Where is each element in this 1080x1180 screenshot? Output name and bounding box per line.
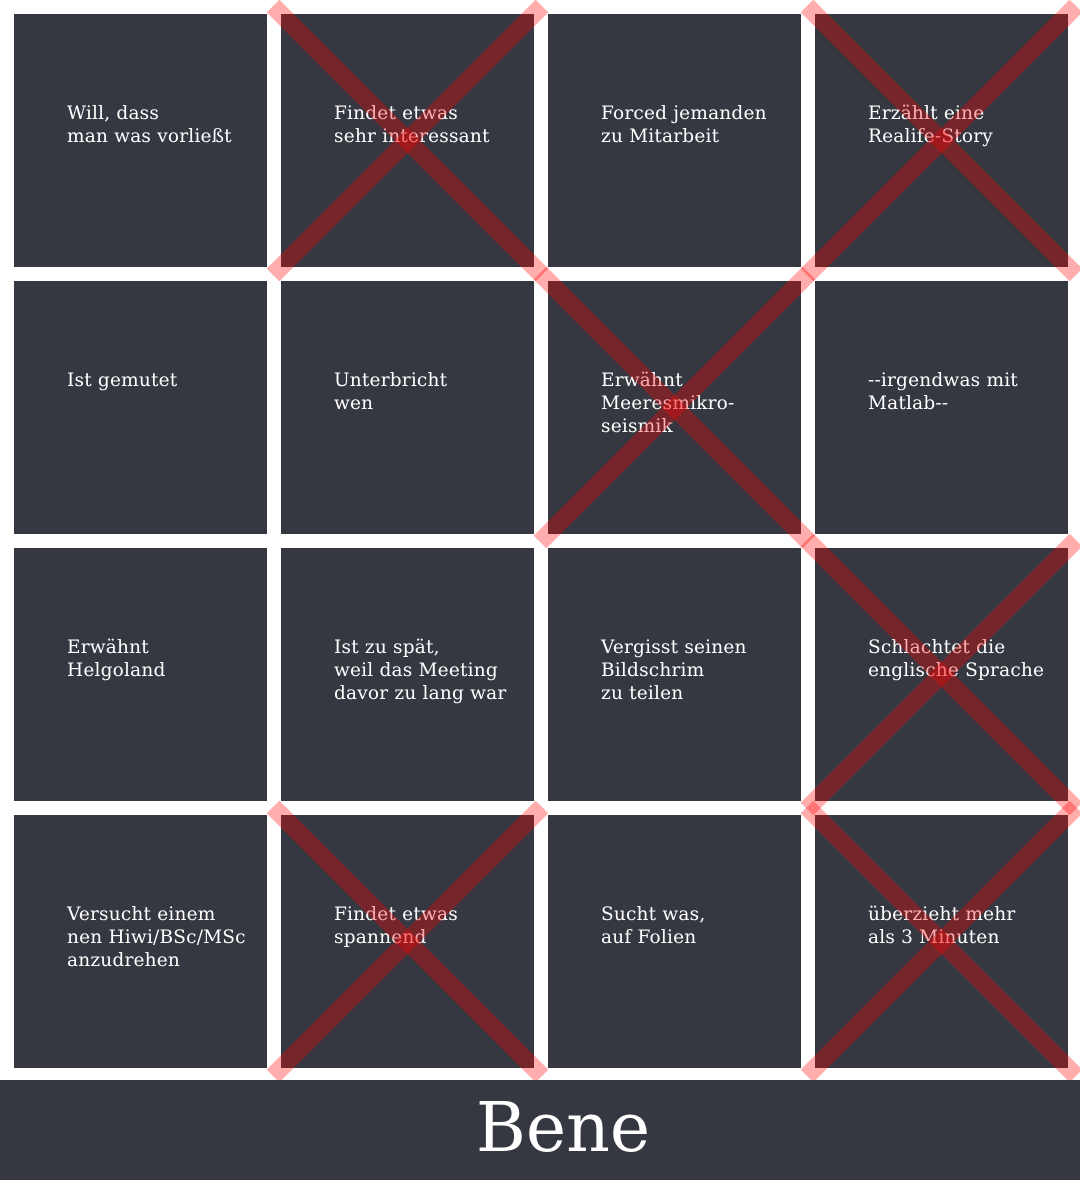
bingo-cell-label: Ist zu spät, weil das Meeting davor zu l… — [334, 637, 507, 704]
bingo-cell-label: Unterbricht wen — [334, 370, 448, 414]
bingo-cell-label: Versucht einem nen Hiwi/BSc/MSc anzudreh… — [67, 904, 246, 971]
bingo-cell[interactable]: Ist gemutet — [14, 281, 267, 534]
bingo-cell-label: --irgendwas mit Matlab-- — [868, 370, 1018, 414]
bingo-board: Will, dass man was vorließt Findet etwas … — [0, 0, 1080, 1080]
bingo-cell-label: Erwähnt Meeresmikro- seismik — [601, 370, 735, 437]
bingo-cell-label: Will, dass man was vorließt — [67, 103, 232, 147]
bingo-cell[interactable]: Findet etwas sehr interessant — [281, 14, 534, 267]
player-name: Bene — [475, 1089, 651, 1168]
bingo-cell-label: überzieht mehr als 3 Minuten — [868, 904, 1016, 948]
bingo-cell[interactable]: Schlachtet die englische Sprache — [815, 548, 1068, 801]
bingo-cell[interactable]: Erwähnt Helgoland — [14, 548, 267, 801]
bingo-cell-label: Sucht was, auf Folien — [601, 904, 706, 948]
bingo-cell[interactable]: Unterbricht wen — [281, 281, 534, 534]
bingo-cell-label: Findet etwas sehr interessant — [334, 103, 490, 147]
bingo-cell-label: Schlachtet die englische Sprache — [868, 637, 1045, 681]
bingo-cell-label: Erwähnt Helgoland — [67, 637, 166, 681]
bingo-cell-label: Forced jemanden zu Mitarbeit — [601, 103, 767, 147]
bingo-cell[interactable]: Ist zu spät, weil das Meeting davor zu l… — [281, 548, 534, 801]
bingo-cell[interactable]: Forced jemanden zu Mitarbeit — [548, 14, 801, 267]
bingo-cell[interactable]: überzieht mehr als 3 Minuten — [815, 815, 1068, 1068]
bingo-cell-label: Ist gemutet — [67, 370, 178, 391]
bingo-cell[interactable]: Erzählt eine Realife-Story — [815, 14, 1068, 267]
bingo-cell[interactable]: Vergisst seinen Bildschrim zu teilen — [548, 548, 801, 801]
bingo-cell[interactable]: Findet etwas spannend — [281, 815, 534, 1068]
bingo-cell[interactable]: Versucht einem nen Hiwi/BSc/MSc anzudreh… — [14, 815, 267, 1068]
bingo-cell[interactable]: Erwähnt Meeresmikro- seismik — [548, 281, 801, 534]
bingo-cell-label: Vergisst seinen Bildschrim zu teilen — [601, 637, 747, 704]
footer-bar: Bene — [0, 1080, 1080, 1180]
bingo-cell-label: Erzählt eine Realife-Story — [868, 103, 993, 147]
bingo-cell-label: Findet etwas spannend — [334, 904, 458, 948]
bingo-cell[interactable]: Will, dass man was vorließt — [14, 14, 267, 267]
bingo-cell[interactable]: Sucht was, auf Folien — [548, 815, 801, 1068]
bingo-cell[interactable]: --irgendwas mit Matlab-- — [815, 281, 1068, 534]
